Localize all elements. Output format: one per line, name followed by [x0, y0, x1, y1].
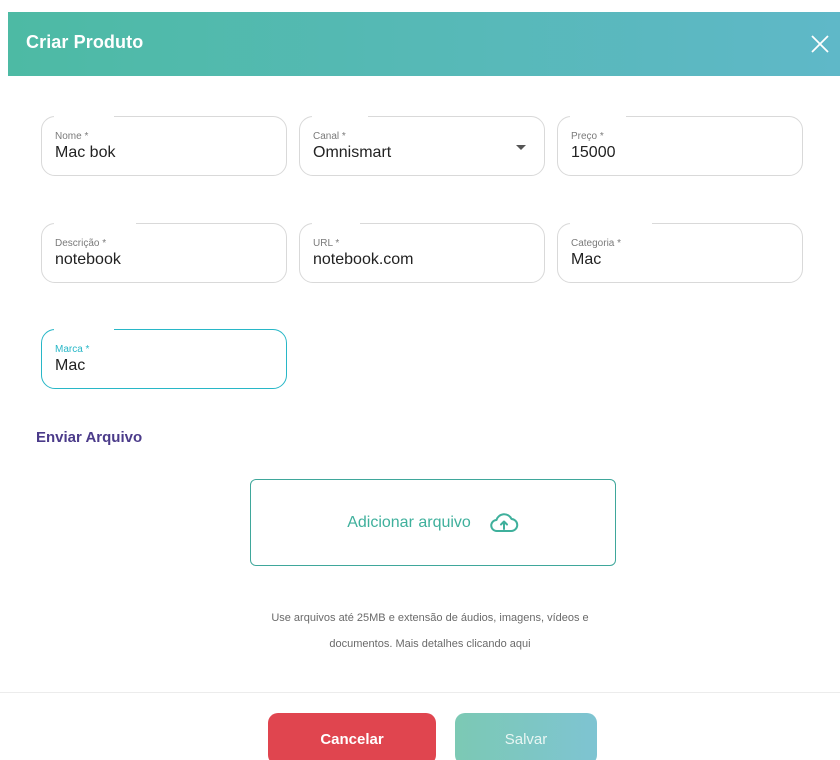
- close-icon: [811, 35, 829, 53]
- create-product-modal: Criar Produto Nome * Canal * Omnismart P…: [0, 0, 840, 760]
- preco-input[interactable]: [571, 144, 775, 162]
- descricao-field[interactable]: Descrição *: [41, 222, 287, 283]
- close-button[interactable]: [806, 30, 834, 58]
- canal-select[interactable]: Canal * Omnismart: [299, 115, 545, 176]
- canal-value: Omnismart: [313, 144, 392, 161]
- footer-divider: [0, 692, 840, 693]
- add-file-button[interactable]: Adicionar arquivo: [250, 479, 616, 566]
- canal-label: Canal *: [313, 131, 346, 142]
- upload-hint-line2[interactable]: documentos. Mais detalhes clicando aqui: [220, 631, 640, 657]
- marca-label: Marca *: [55, 344, 90, 355]
- preco-field[interactable]: Preço *: [557, 115, 803, 176]
- upload-hint: Use arquivos até 25MB e extensão de áudi…: [220, 605, 640, 657]
- add-file-label: Adicionar arquivo: [347, 513, 471, 531]
- modal-title: Criar Produto: [26, 32, 144, 52]
- preco-label: Preço *: [571, 131, 604, 142]
- url-field[interactable]: URL *: [299, 222, 545, 283]
- modal-header: Criar Produto: [8, 12, 840, 76]
- nome-label: Nome *: [55, 131, 89, 142]
- cancel-button[interactable]: Cancelar: [268, 713, 436, 760]
- cloud-upload-icon: [490, 512, 519, 532]
- url-input[interactable]: [313, 251, 517, 269]
- categoria-input[interactable]: [571, 251, 775, 269]
- url-label: URL *: [313, 238, 340, 249]
- categoria-field[interactable]: Categoria *: [557, 222, 803, 283]
- save-button[interactable]: Salvar: [455, 713, 597, 760]
- chevron-down-icon[interactable]: [516, 145, 526, 150]
- marca-field[interactable]: Marca *: [41, 328, 287, 389]
- upload-section-title: Enviar Arquivo: [36, 429, 143, 446]
- categoria-label: Categoria *: [571, 238, 622, 249]
- nome-input[interactable]: [55, 144, 259, 162]
- marca-input[interactable]: [55, 357, 259, 375]
- nome-field[interactable]: Nome *: [41, 115, 287, 176]
- descricao-input[interactable]: [55, 251, 259, 269]
- descricao-label: Descrição *: [55, 238, 107, 249]
- upload-hint-line1: Use arquivos até 25MB e extensão de áudi…: [271, 612, 589, 624]
